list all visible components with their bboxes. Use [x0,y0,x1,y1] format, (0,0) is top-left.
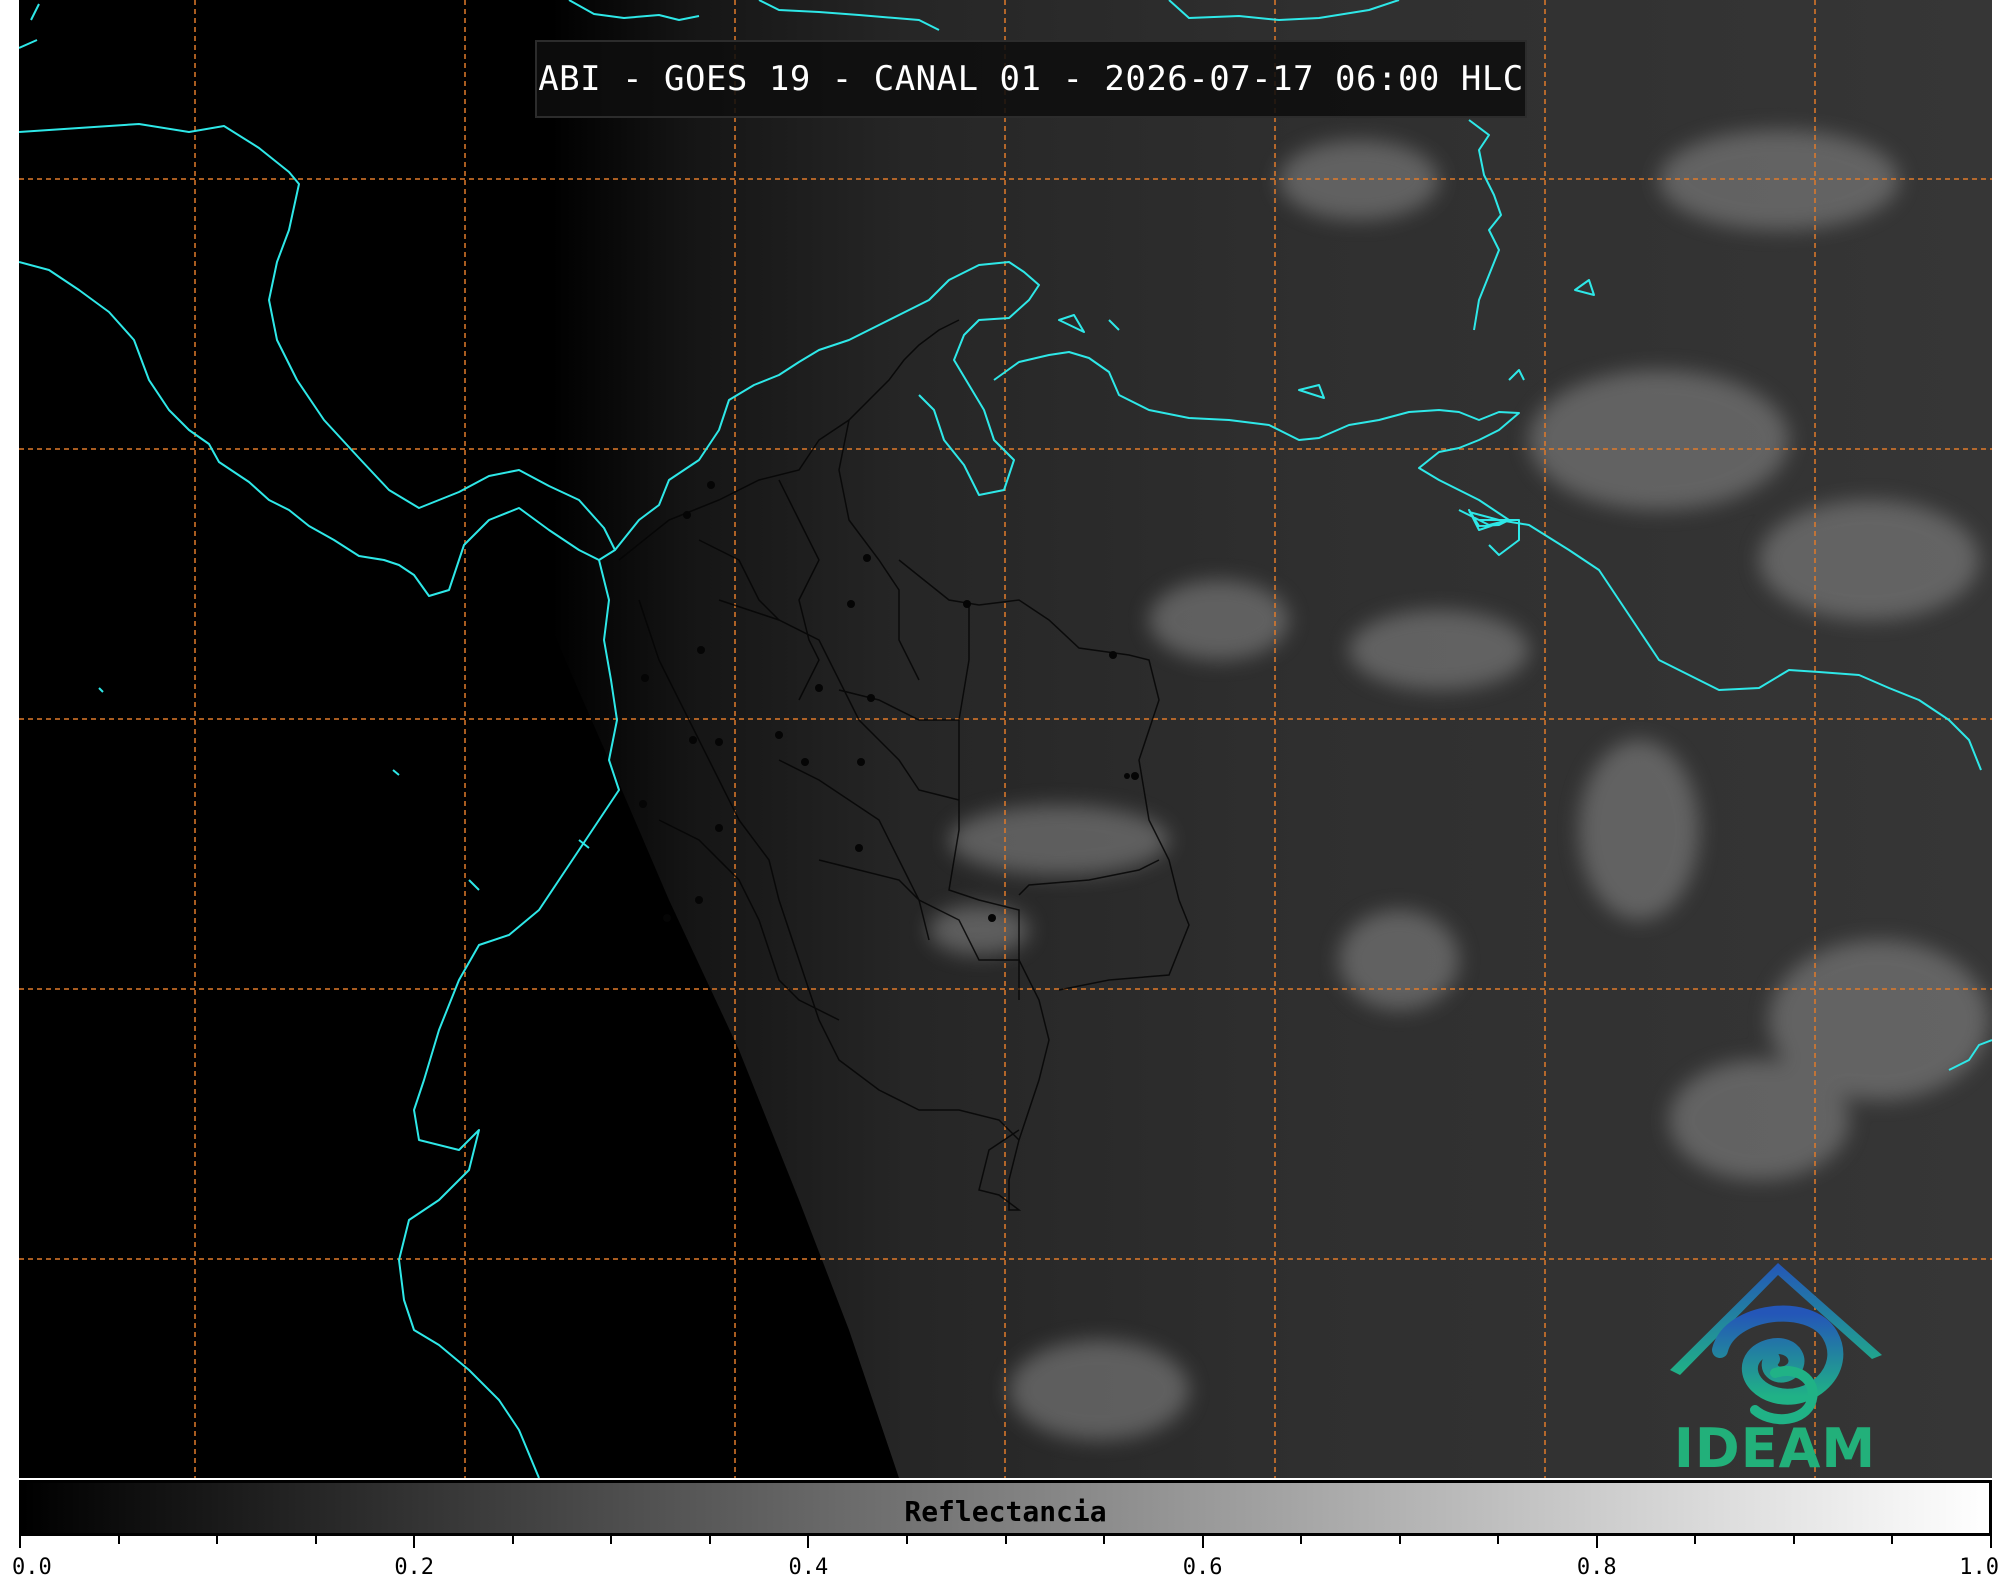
colorbar-major-tick [413,1536,416,1548]
colorbar: Reflectancia [19,1480,1992,1536]
colorbar-tick-label: 0.0 [12,1555,52,1580]
colorbar-major-tick [807,1536,810,1548]
colorbar-tick-label: 1.0 [1959,1555,1999,1580]
colorbar-tick-label: 0.4 [788,1555,829,1580]
colorbar-tick-label: 0.2 [394,1555,435,1580]
colorbar-major-tick [1990,1536,1992,1548]
colorbar-minor-tick [216,1536,219,1544]
colorbar-minor-tick [1497,1536,1500,1544]
colorbar-minor-tick [905,1536,908,1544]
colorbar-major-tick [1201,1536,1204,1548]
colorbar-ticks: 0.0 0.2 0.4 0.6 0.8 1.0 [12,1536,1999,1580]
colorbar-minor-tick [511,1536,514,1544]
colorbar-minor-tick [1792,1536,1795,1544]
colorbar-minor-tick [1004,1536,1007,1544]
colorbar-label: Reflectancia [904,1495,1107,1528]
ideam-logo-text: IDEAM [1673,1417,1877,1480]
title-box: ABI - GOES 19 - CANAL 01 - 2026-07-17 06… [535,40,1527,118]
colorbar-minor-tick [314,1536,317,1544]
colorbar-minor-tick [610,1536,613,1544]
colorbar-tick-label: 0.8 [1576,1555,1617,1580]
colorbar-minor-tick [117,1536,120,1544]
colorbar-minor-tick [1694,1536,1697,1544]
colorbar-minor-tick [1891,1536,1894,1544]
colorbar-major-tick [1595,1536,1598,1548]
colorbar-minor-tick [1398,1536,1401,1544]
colorbar-major-tick [19,1536,21,1548]
colorbar-minor-tick [1300,1536,1303,1544]
colorbar-minor-tick [1103,1536,1106,1544]
ideam-logo-icon [1670,1263,1882,1425]
ideam-logo: IDEAM [1660,1255,1890,1480]
colorbar-tick-label: 0.6 [1182,1555,1223,1580]
colorbar-minor-tick [708,1536,711,1544]
map-title: ABI - GOES 19 - CANAL 01 - 2026-07-17 06… [538,59,1524,99]
